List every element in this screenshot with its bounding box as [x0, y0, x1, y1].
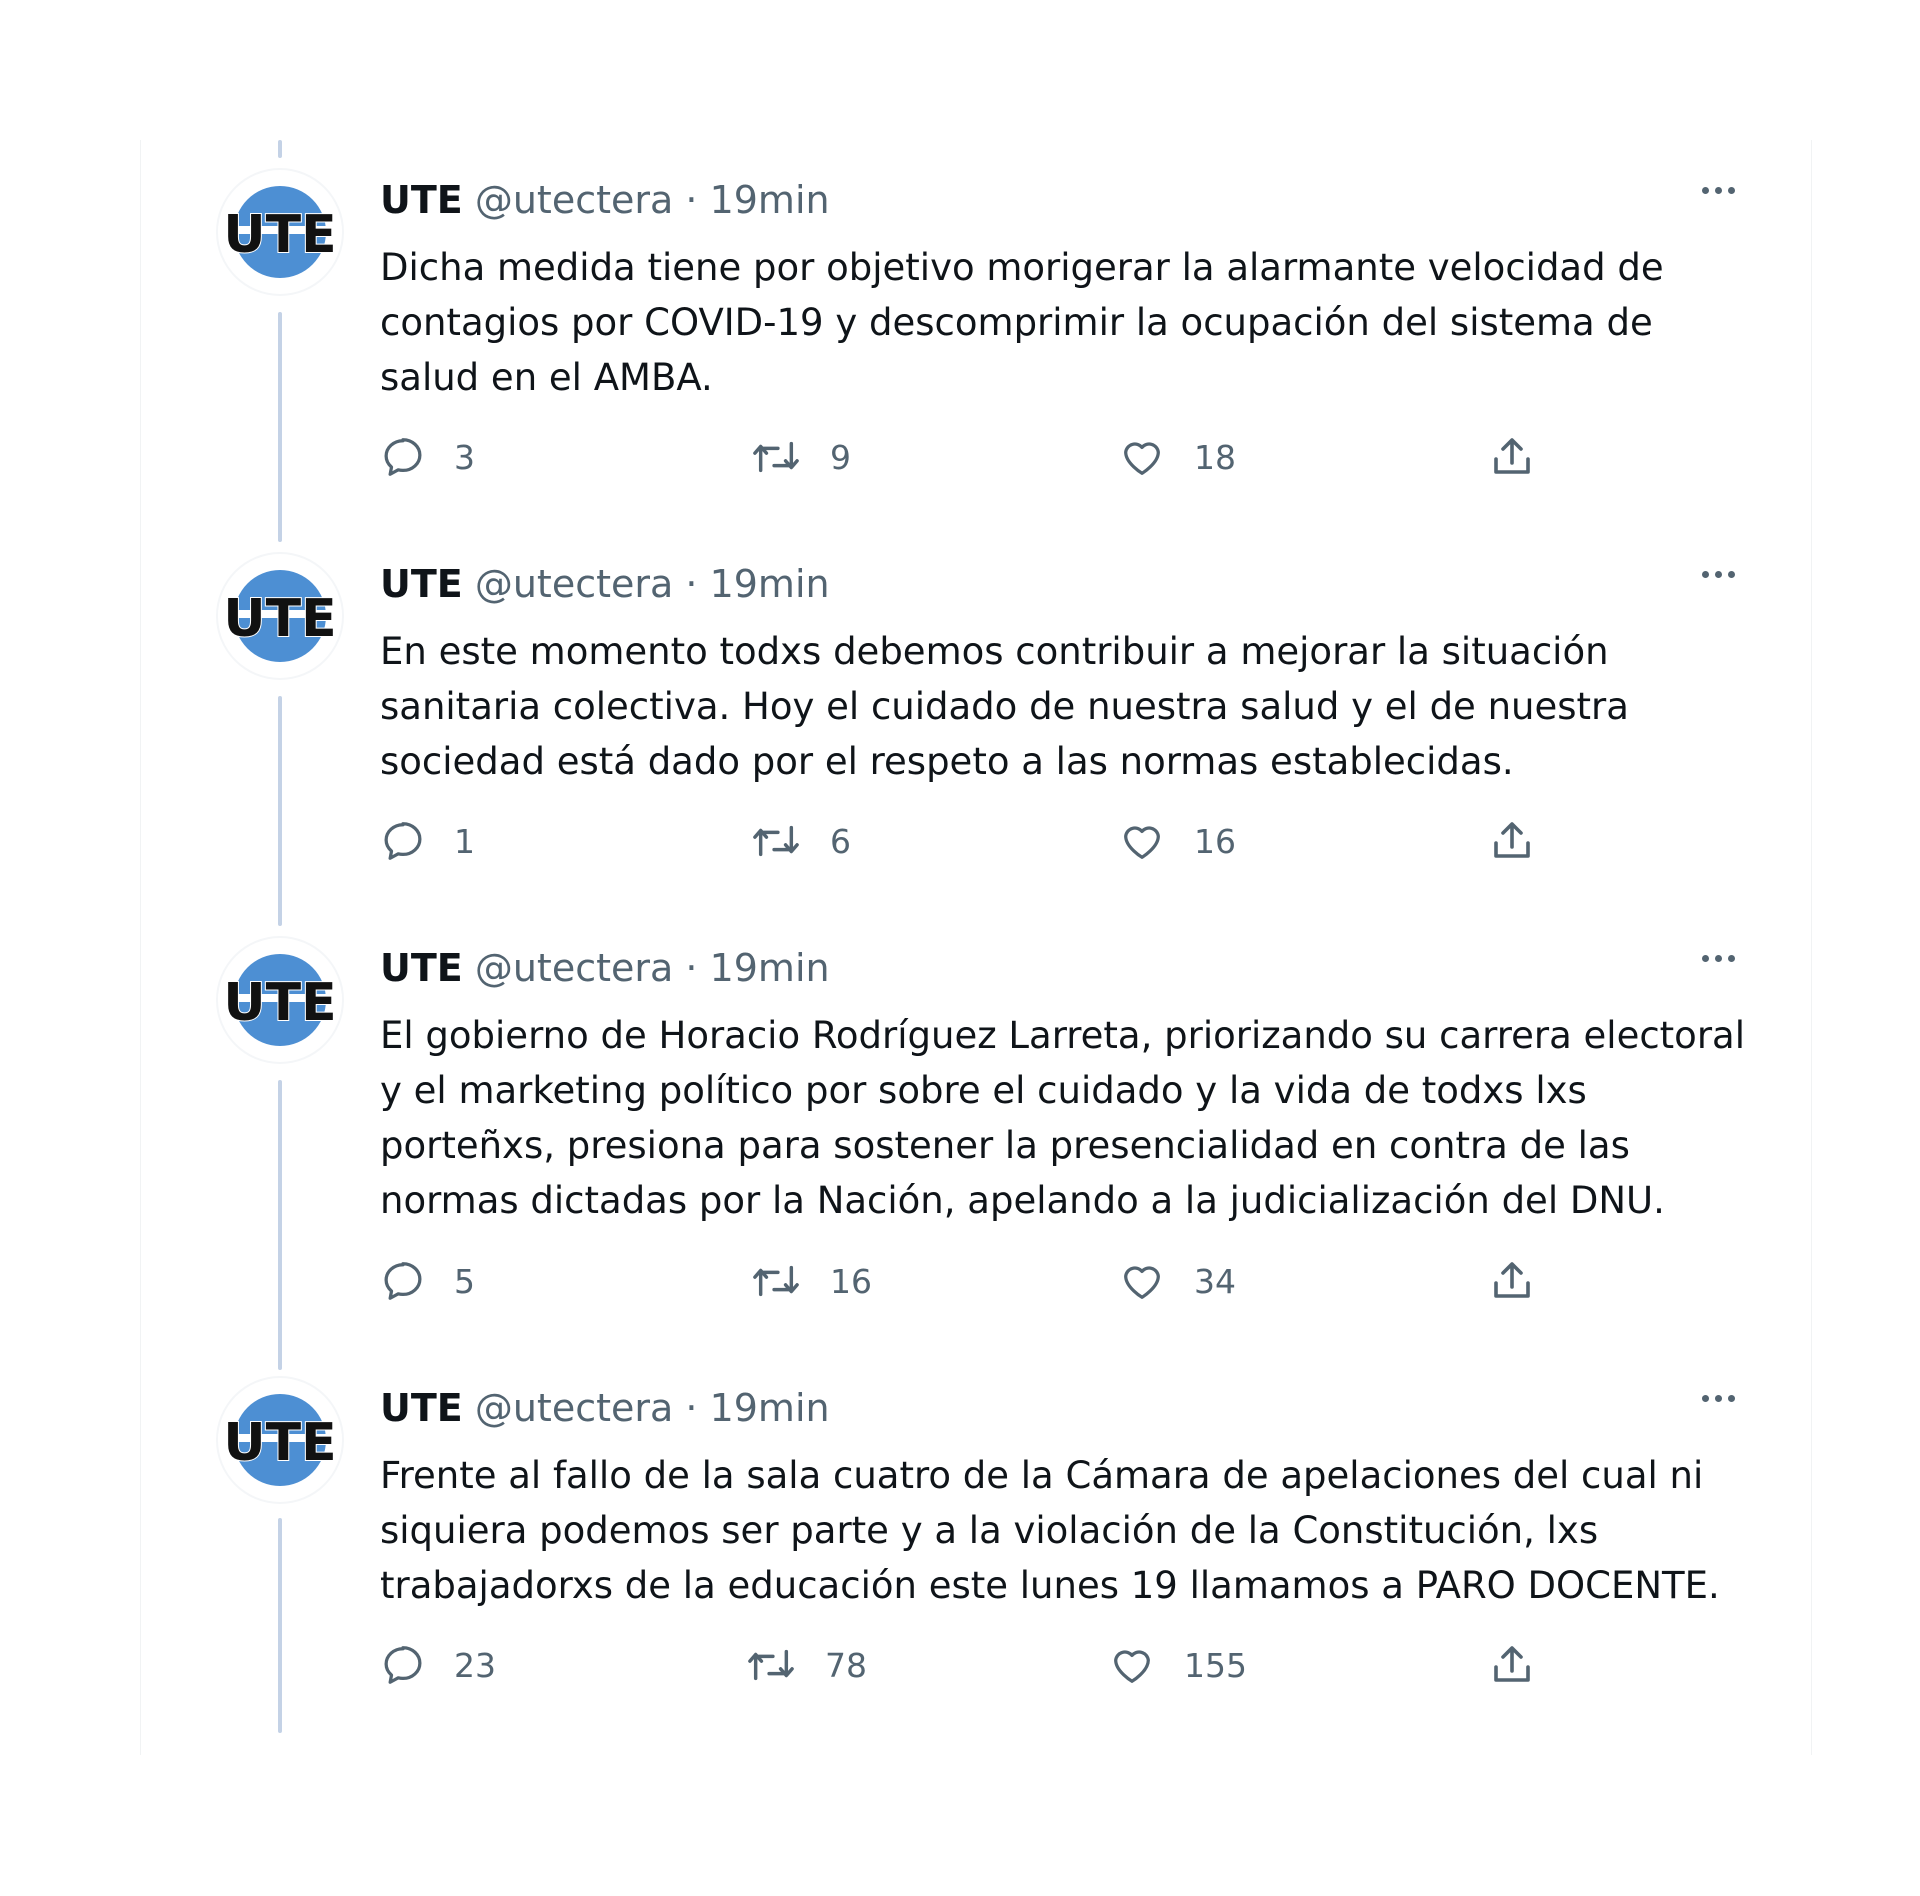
share-button[interactable] — [1488, 432, 1536, 482]
retweet-icon — [748, 1649, 794, 1681]
retweet-icon — [753, 441, 799, 473]
reply-icon — [384, 1262, 422, 1300]
retweet-button[interactable]: 6 — [750, 816, 851, 866]
tweet-actions: 23 78 155 — [380, 1640, 1680, 1690]
avatar-text: UTE — [223, 1413, 336, 1473]
reply-button[interactable]: 5 — [380, 1256, 475, 1306]
share-button[interactable] — [1488, 1256, 1536, 1306]
reply-icon — [384, 1646, 422, 1684]
ute-logo-icon: UTE — [218, 570, 342, 662]
tweet-text: En este momento todxs debemos contribuir… — [380, 630, 1629, 783]
tweet[interactable]: UTE UTE @utectera · 19min El gobierno de… — [140, 908, 1810, 1348]
tweet[interactable]: UTE UTE @utectera · 19min En este moment… — [140, 524, 1810, 908]
share-icon — [1494, 822, 1530, 858]
tweet-text: Frente al fallo de la sala cuatro de la … — [380, 1454, 1720, 1607]
like-count: 34 — [1194, 1261, 1236, 1301]
share-button[interactable] — [1488, 1640, 1536, 1690]
like-count: 16 — [1194, 821, 1236, 861]
reply-count: 23 — [454, 1645, 496, 1685]
retweet-button[interactable]: 78 — [745, 1640, 867, 1690]
more-icon[interactable] — [1688, 170, 1748, 210]
author-handle[interactable]: @utectera — [475, 946, 673, 990]
avatar[interactable]: UTE — [218, 170, 342, 294]
like-button[interactable]: 34 — [1118, 1256, 1236, 1306]
retweet-count: 9 — [830, 437, 851, 477]
retweet-count: 16 — [830, 1261, 872, 1301]
author-name[interactable]: UTE — [380, 562, 463, 606]
avatar[interactable]: UTE — [218, 554, 342, 678]
like-count: 18 — [1194, 437, 1236, 477]
reply-button[interactable]: 3 — [380, 432, 475, 482]
retweet-icon — [753, 825, 799, 857]
reply-button[interactable]: 1 — [380, 816, 475, 866]
avatar-text: UTE — [223, 205, 336, 265]
avatar[interactable]: UTE — [218, 1378, 342, 1502]
ute-logo-icon: UTE — [218, 1394, 342, 1486]
timestamp[interactable]: 19min — [710, 946, 830, 990]
separator: · — [685, 946, 698, 990]
tweet-header: UTE @utectera · 19min — [380, 944, 830, 992]
reply-icon — [384, 438, 422, 476]
share-icon — [1494, 1646, 1530, 1682]
tweet-text: Dicha medida tiene por objetivo morigera… — [380, 246, 1664, 399]
heart-icon — [1124, 442, 1160, 475]
retweet-count: 78 — [825, 1645, 867, 1685]
author-name[interactable]: UTE — [380, 946, 463, 990]
share-button[interactable] — [1488, 816, 1536, 866]
retweet-button[interactable]: 16 — [750, 1256, 872, 1306]
avatar-text: UTE — [223, 589, 336, 649]
retweet-icon — [753, 1265, 799, 1297]
author-handle[interactable]: @utectera — [475, 178, 673, 222]
more-icon[interactable] — [1688, 1378, 1748, 1418]
more-icon[interactable] — [1688, 938, 1748, 978]
ute-logo-icon: UTE — [218, 186, 342, 278]
reply-icon — [384, 822, 422, 860]
like-button[interactable]: 16 — [1118, 816, 1236, 866]
tweet-header: UTE @utectera · 19min — [380, 176, 830, 224]
share-icon — [1494, 1262, 1530, 1298]
tweet[interactable]: UTE UTE @utectera · 19min Dicha medida t… — [140, 140, 1810, 524]
tweet-text: El gobierno de Horacio Rodríguez Larreta… — [380, 1014, 1745, 1222]
author-handle[interactable]: @utectera — [475, 562, 673, 606]
more-icon[interactable] — [1688, 554, 1748, 594]
retweet-count: 6 — [830, 821, 851, 861]
tweet-header: UTE @utectera · 19min — [380, 560, 830, 608]
avatar[interactable]: UTE — [218, 938, 342, 1062]
timestamp[interactable]: 19min — [710, 178, 830, 222]
like-button[interactable]: 18 — [1118, 432, 1236, 482]
like-button[interactable]: 155 — [1108, 1640, 1247, 1690]
like-count: 155 — [1184, 1645, 1247, 1685]
reply-count: 5 — [454, 1261, 475, 1301]
tweet-header: UTE @utectera · 19min — [380, 1384, 830, 1432]
tweet-actions: 1 6 16 — [380, 816, 1680, 866]
ute-logo-icon: UTE — [218, 954, 342, 1046]
author-handle[interactable]: @utectera — [475, 1386, 673, 1430]
author-name[interactable]: UTE — [380, 1386, 463, 1430]
separator: · — [685, 1386, 698, 1430]
separator: · — [685, 562, 698, 606]
separator: · — [685, 178, 698, 222]
tweet[interactable]: UTE UTE @utectera · 19min Frente al fall… — [140, 1348, 1810, 1748]
share-icon — [1494, 438, 1530, 474]
author-name[interactable]: UTE — [380, 178, 463, 222]
reply-count: 1 — [454, 821, 475, 861]
timestamp[interactable]: 19min — [710, 562, 830, 606]
reply-count: 3 — [454, 437, 475, 477]
timestamp[interactable]: 19min — [710, 1386, 830, 1430]
tweet-actions: 3 9 18 — [380, 432, 1680, 482]
avatar-text: UTE — [223, 973, 336, 1033]
heart-icon — [1114, 1650, 1150, 1683]
reply-button[interactable]: 23 — [380, 1640, 496, 1690]
heart-icon — [1124, 826, 1160, 859]
heart-icon — [1124, 1266, 1160, 1299]
retweet-button[interactable]: 9 — [750, 432, 851, 482]
tweet-actions: 5 16 34 — [380, 1256, 1680, 1306]
